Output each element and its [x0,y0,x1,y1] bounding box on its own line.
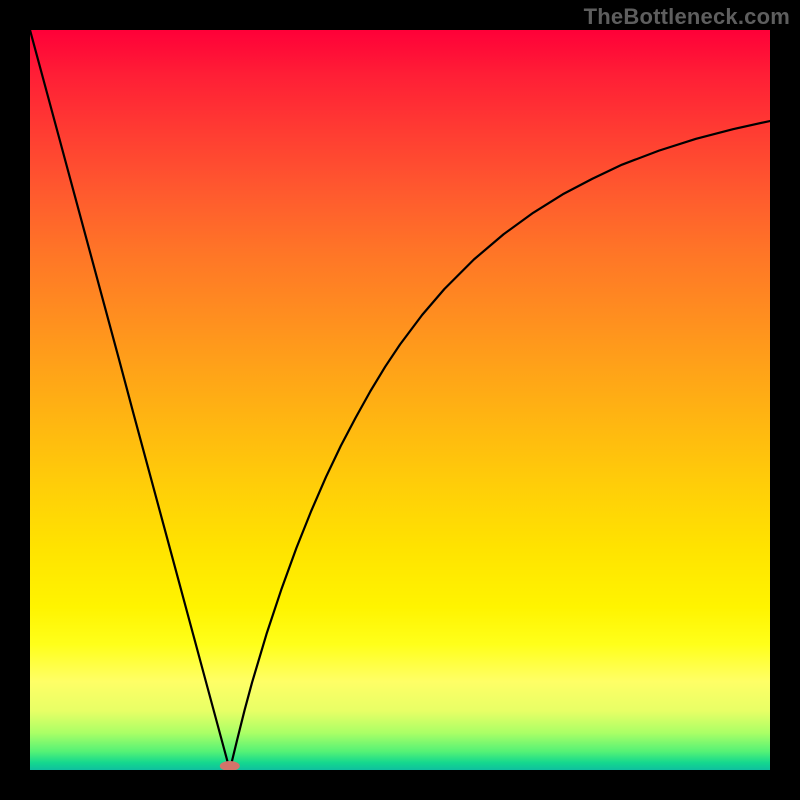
chart-frame: TheBottleneck.com [0,0,800,800]
plot-area [30,30,770,770]
bottleneck-curve [30,30,770,770]
watermark-text: TheBottleneck.com [584,4,790,30]
curve-path [30,30,770,770]
minimum-marker [220,761,240,770]
